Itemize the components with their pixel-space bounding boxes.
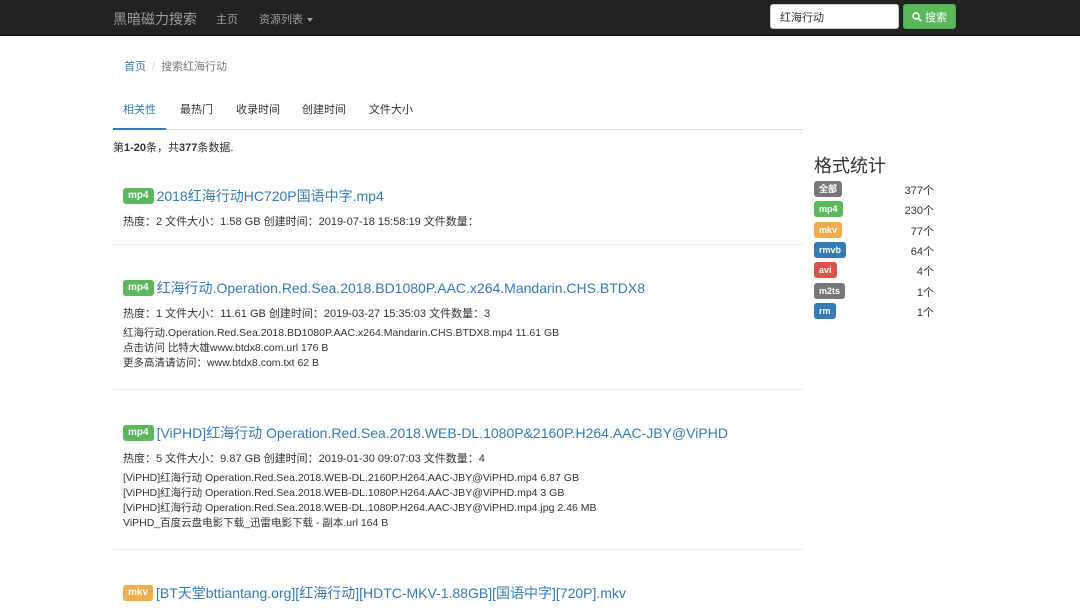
result-count-suffix: 条数据. bbox=[197, 142, 234, 154]
search-icon bbox=[912, 11, 922, 22]
format-stat-badge: m2ts bbox=[814, 282, 846, 299]
format-stat-badge: rmvb bbox=[814, 241, 847, 258]
file-entry: 更多高清请访问：www.btdx8.com.txt 62 B bbox=[123, 357, 320, 369]
brand-logo[interactable]: 黑暗磁力搜索 bbox=[113, 9, 197, 29]
format-stat-count: 77个 bbox=[910, 225, 934, 238]
file-entry: 点击访问 比特大雄www.btdx8.com.url 176 B bbox=[123, 342, 329, 354]
nav-home-link[interactable]: 主页 bbox=[216, 11, 238, 27]
navbar: 黑暗磁力搜索 主页 资源列表 搜索 bbox=[0, 0, 1080, 36]
result-count: 第1-20条，共377条数据. bbox=[113, 139, 233, 155]
breadcrumb-home-link[interactable]: 首页 bbox=[124, 61, 146, 73]
result-count-middle: 条，共 bbox=[146, 142, 180, 154]
tab-indexed-time[interactable]: 收录时间 bbox=[236, 96, 280, 130]
format-stat-count: 1个 bbox=[916, 286, 934, 299]
result-item: mkv [BT天堂bttiantang.org][红海行动][HDTC-MKV-1… bbox=[113, 573, 803, 612]
format-stat-row[interactable]: rmvb 64个 bbox=[814, 241, 934, 258]
search-input[interactable] bbox=[770, 4, 899, 29]
nav-resources-label: 资源列表 bbox=[259, 14, 303, 26]
sort-tabs: 相关性 最热门 收录时间 创建时间 文件大小 bbox=[113, 96, 803, 130]
result-file-list: [ViPHD]红海行动 Operation.Red.Sea.2018.WEB-D… bbox=[123, 471, 596, 531]
format-stat-badge: mp4 bbox=[814, 201, 843, 218]
format-stat-row[interactable]: mp4 230个 bbox=[814, 201, 934, 218]
format-stat-badge: rm bbox=[814, 302, 836, 319]
breadcrumb-current: 搜索红海行动 bbox=[161, 61, 228, 73]
result-title-link[interactable]: 2018红海行动HC720P国语中字.mp4 bbox=[157, 188, 384, 204]
format-stat-count: 64个 bbox=[910, 245, 934, 258]
breadcrumb: 首页 / 搜索红海行动 bbox=[124, 58, 227, 74]
tab-file-size[interactable]: 文件大小 bbox=[369, 96, 413, 130]
result-meta: 热度：2 文件大小：1.58 GB 创建时间：2019-07-18 15:58:… bbox=[123, 216, 479, 228]
format-stat-count: 1个 bbox=[916, 306, 934, 319]
format-stat-row[interactable]: 全部 377个 bbox=[814, 181, 934, 197]
format-stat-badge: 全部 bbox=[814, 181, 843, 197]
search-button[interactable]: 搜索 bbox=[903, 4, 956, 29]
result-range: 1-20 bbox=[124, 142, 147, 154]
format-stat-row[interactable]: m2ts 1个 bbox=[814, 282, 934, 299]
format-stat-badge: avi bbox=[814, 262, 837, 279]
format-stat-badge: mkv bbox=[814, 221, 843, 238]
format-stat-row[interactable]: rm 1个 bbox=[814, 302, 934, 319]
search-button-label: 搜索 bbox=[925, 11, 947, 24]
result-meta: 热度：5 文件大小：9.87 GB 创建时间：2019-01-30 09:07:… bbox=[123, 453, 485, 465]
format-stat-count: 4个 bbox=[916, 266, 934, 279]
tab-created-time[interactable]: 创建时间 bbox=[302, 96, 346, 130]
file-entry: ViPHD_百度云盘电影下载_迅雷电影下载 - 副本.url 164 B bbox=[123, 517, 389, 529]
result-count-prefix: 第 bbox=[113, 142, 124, 154]
breadcrumb-separator: / bbox=[152, 61, 156, 73]
nav-resources-dropdown[interactable]: 资源列表 bbox=[259, 11, 313, 27]
format-badge: mp4 bbox=[123, 280, 154, 296]
result-item: mp4 2018红海行动HC720P国语中字.mp4 热度：2 文件大小：1.58… bbox=[113, 176, 803, 245]
result-title-link[interactable]: [ViPHD]红海行动 Operation.Red.Sea.2018.WEB-D… bbox=[157, 425, 728, 441]
format-stat-row[interactable]: avi 4个 bbox=[814, 262, 934, 279]
format-badge: mp4 bbox=[123, 188, 154, 204]
format-stat-row[interactable]: mkv 77个 bbox=[814, 221, 934, 238]
result-item: mp4 [ViPHD]红海行动 Operation.Red.Sea.2018.WE… bbox=[113, 413, 803, 550]
result-total: 377 bbox=[179, 142, 198, 154]
result-title-link[interactable]: 红海行动.Operation.Red.Sea.2018.BD1080P.AAC.… bbox=[157, 280, 645, 296]
result-title-link[interactable]: [BT天堂bttiantang.org][红海行动][HDTC-MKV-1.88… bbox=[156, 585, 626, 601]
file-entry: [ViPHD]红海行动 Operation.Red.Sea.2018.WEB-D… bbox=[123, 487, 565, 499]
tab-relevance[interactable]: 相关性 bbox=[113, 96, 166, 130]
format-stat-count: 230个 bbox=[904, 205, 934, 218]
result-meta: 热度：1 文件大小：11.61 GB 创建时间：2019-03-27 15:35… bbox=[123, 308, 491, 320]
format-badge: mp4 bbox=[123, 425, 154, 441]
format-stat-count: 377个 bbox=[904, 185, 934, 197]
file-entry: [ViPHD]红海行动 Operation.Red.Sea.2018.WEB-D… bbox=[123, 472, 579, 484]
format-stats-title: 格式统计 bbox=[814, 156, 886, 176]
file-entry: 红海行动.Operation.Red.Sea.2018.BD1080P.AAC.… bbox=[123, 327, 560, 339]
result-item: mp4 红海行动.Operation.Red.Sea.2018.BD1080P.A… bbox=[113, 268, 803, 390]
tab-popular[interactable]: 最热门 bbox=[180, 96, 213, 130]
result-file-list: 红海行动.Operation.Red.Sea.2018.BD1080P.AAC.… bbox=[123, 326, 559, 371]
format-badge: mkv bbox=[123, 585, 154, 601]
file-entry: [ViPHD]红海行动 Operation.Red.Sea.2018.WEB-D… bbox=[123, 502, 597, 514]
caret-down-icon bbox=[307, 18, 313, 23]
